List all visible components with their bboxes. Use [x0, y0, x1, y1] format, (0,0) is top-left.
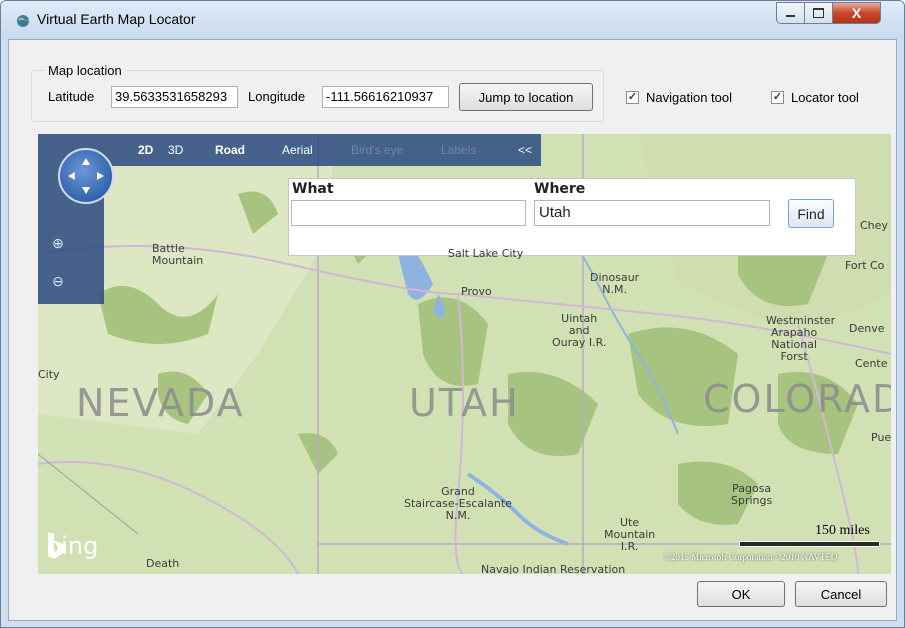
compass-pan-control[interactable] [58, 148, 114, 204]
minimize-button[interactable] [776, 2, 805, 24]
latitude-field[interactable]: 39.5633531658293 [111, 86, 238, 108]
close-icon: X [851, 5, 862, 21]
birdseye-tab[interactable]: Bird's eye [351, 143, 403, 157]
locator-tool-label: Locator tool [791, 90, 859, 105]
place-uintah: Uintah and Ouray I.R. [552, 312, 607, 349]
pan-arrows-icon [68, 158, 104, 194]
place-ute-mountain: Ute Mountain I.R. [604, 516, 656, 553]
where-label: Where [534, 181, 586, 197]
navigation-tool-checkbox[interactable]: ✓ [626, 91, 639, 104]
zoom-in-icon[interactable]: ⊕ [49, 234, 67, 252]
window-title: Virtual Earth Map Locator [37, 11, 196, 27]
cancel-button[interactable]: Cancel [795, 581, 887, 607]
map-view[interactable]: 2D 3D Road Aerial Bird's eye Labels << ⊕… [38, 134, 891, 574]
bing-logo-icon [48, 532, 66, 559]
app-window: Virtual Earth Map Locator X Map location… [0, 0, 905, 628]
what-label: What [292, 181, 334, 197]
place-navajo: Navajo Indian Reservation [481, 563, 626, 575]
latitude-label: Latitude [48, 89, 95, 104]
longitude-field[interactable]: -111.56616210937 [322, 86, 449, 108]
ok-button[interactable]: OK [697, 581, 785, 607]
close-button[interactable]: X [833, 2, 881, 24]
place-arapaho: Arapaho National Forst [771, 326, 818, 363]
map-copyright: ©2015 Microsoft Corporation ©2010 NAVTEQ [664, 552, 838, 562]
mode-2d-tab[interactable]: 2D [138, 143, 153, 157]
jump-to-location-button[interactable]: Jump to location [459, 83, 593, 111]
place-salt-lake-city: Salt Lake City [448, 247, 524, 260]
zoom-out-icon[interactable]: ⊖ [49, 272, 67, 290]
maximize-icon [813, 8, 824, 18]
minimize-icon [786, 15, 795, 17]
place-city: City [38, 368, 60, 381]
locator-search-panel: What Where Utah Find [288, 178, 856, 256]
place-pueblo: Pue [871, 431, 891, 444]
state-label-utah: Utah [409, 381, 520, 425]
maximize-button[interactable] [805, 2, 833, 24]
aerial-tab[interactable]: Aerial [282, 143, 313, 157]
navigation-tool-label: Navigation tool [646, 90, 732, 105]
scale-bar [739, 541, 880, 547]
place-fort-collins: Fort Co [845, 259, 885, 272]
title-bar[interactable]: Virtual Earth Map Locator X [1, 1, 904, 39]
labels-tab[interactable]: Labels [441, 143, 476, 157]
collapse-nav-button[interactable]: << [518, 143, 532, 157]
scale-label: 150 miles [815, 523, 870, 538]
place-grand-staircase: Grand Staircase-Escalante N.M. [404, 485, 512, 522]
place-denver: Denve [849, 322, 885, 335]
longitude-label: Longitude [248, 89, 306, 104]
place-pagosa-springs: Pagosa Springs [731, 482, 773, 507]
state-label-nevada: Nevada [76, 381, 245, 425]
mode-3d-tab[interactable]: 3D [168, 143, 183, 157]
place-dinosaur: Dinosaur N.M. [590, 271, 640, 296]
globe-app-icon [17, 15, 29, 27]
locator-tool-checkbox[interactable]: ✓ [771, 91, 784, 104]
place-centennial: Cente [855, 357, 888, 370]
place-battle-mountain: Battle Mountain [152, 242, 204, 267]
road-tab[interactable]: Road [215, 143, 245, 157]
state-label-colorado: Colorado [703, 377, 891, 421]
where-input[interactable]: Utah [534, 200, 770, 226]
place-death-valley: Death [146, 557, 180, 570]
place-provo: Provo [461, 285, 492, 298]
place-cheyenne: Chey [860, 219, 888, 232]
what-input[interactable] [291, 200, 526, 226]
find-button[interactable]: Find [788, 199, 834, 228]
map-nav-bar: 2D 3D Road Aerial Bird's eye Labels << [38, 134, 541, 166]
map-location-legend: Map location [45, 63, 125, 78]
bing-logo: bing [46, 532, 98, 560]
